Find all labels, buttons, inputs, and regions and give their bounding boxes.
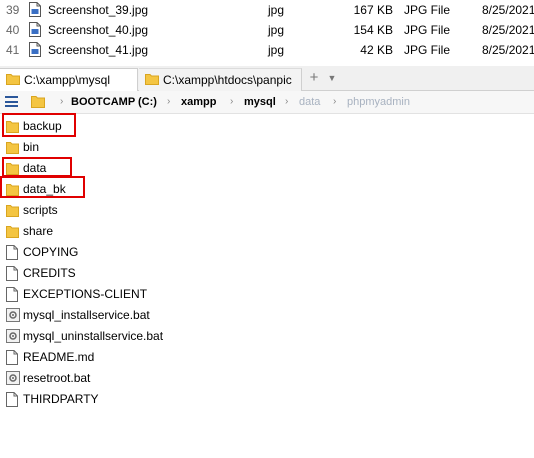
file-date: 8/25/2021 bbox=[482, 43, 534, 57]
row-number: 41 bbox=[6, 43, 20, 57]
file-name: Screenshot_41.jpg bbox=[48, 43, 149, 57]
list-item[interactable]: scripts bbox=[0, 200, 534, 220]
folder-icon bbox=[145, 74, 159, 85]
list-item[interactable]: README.md bbox=[0, 347, 534, 367]
batch-file-icon bbox=[6, 329, 20, 343]
item-label: bin bbox=[23, 140, 40, 154]
breadcrumb-mysql[interactable]: mysql bbox=[244, 94, 276, 110]
highlight-box-backup bbox=[2, 113, 76, 137]
file-name: Screenshot_39.jpg bbox=[48, 3, 149, 17]
file-icon bbox=[6, 266, 18, 281]
list-item[interactable]: backup bbox=[0, 116, 534, 136]
list-item[interactable]: EXCEPTIONS-CLIENT bbox=[0, 284, 534, 304]
list-item[interactable]: THIRDPARTY bbox=[0, 389, 534, 409]
item-label: CREDITS bbox=[23, 266, 76, 280]
breadcrumb-xampp[interactable]: xampp bbox=[181, 94, 216, 110]
item-label: resetroot.bat bbox=[23, 371, 91, 385]
tab-panpic[interactable]: C:\xampp\htdocs\panpic bbox=[139, 68, 302, 91]
file-date: 8/25/2021 bbox=[482, 23, 534, 37]
list-item[interactable]: bin bbox=[0, 137, 534, 157]
file-list: 39 Screenshot_39.jpg jpg 167 KB JPG File… bbox=[0, 0, 534, 62]
item-label: README.md bbox=[23, 350, 95, 364]
batch-file-icon bbox=[6, 371, 20, 385]
item-label: share bbox=[23, 224, 54, 238]
file-size: 167 KB bbox=[353, 3, 393, 17]
file-type: JPG File bbox=[404, 43, 451, 57]
jpg-file-icon bbox=[29, 22, 41, 37]
item-label: COPYING bbox=[23, 245, 79, 259]
list-item[interactable]: data bbox=[0, 158, 534, 178]
row-number: 39 bbox=[6, 3, 20, 17]
file-icon bbox=[6, 392, 18, 407]
file-date: 8/25/2021 bbox=[482, 3, 534, 17]
breadcrumb-separator: › bbox=[167, 96, 171, 107]
jpg-file-icon bbox=[29, 42, 41, 57]
item-label: mysql_installservice.bat bbox=[23, 308, 150, 322]
item-label: mysql_uninstallservice.bat bbox=[23, 329, 164, 343]
tab-label: C:\xampp\mysql bbox=[24, 73, 111, 87]
tab-bar: C:\xampp\mysql C:\xampp\htdocs\panpic bbox=[0, 66, 534, 91]
file-ext: jpg bbox=[268, 23, 285, 37]
item-label: scripts bbox=[23, 203, 58, 217]
new-tab-button[interactable]: + bbox=[308, 68, 320, 88]
breadcrumb-phpmyadmin[interactable]: phpmyadmin bbox=[347, 94, 410, 110]
file-icon bbox=[6, 287, 18, 302]
breadcrumb-separator: › bbox=[285, 96, 289, 107]
breadcrumb-separator: › bbox=[60, 96, 64, 107]
file-name: Screenshot_40.jpg bbox=[48, 23, 149, 37]
item-label: EXCEPTIONS-CLIENT bbox=[23, 287, 148, 301]
tab-label: C:\xampp\htdocs\panpic bbox=[163, 73, 292, 87]
file-row[interactable]: 40 Screenshot_40.jpg jpg 154 KB JPG File… bbox=[0, 20, 534, 40]
file-icon bbox=[6, 350, 18, 365]
list-item[interactable]: share bbox=[0, 221, 534, 241]
folder-icon bbox=[6, 226, 19, 238]
file-type: JPG File bbox=[404, 3, 451, 17]
batch-file-icon bbox=[6, 308, 20, 322]
breadcrumb-data[interactable]: data bbox=[299, 94, 320, 110]
breadcrumb-separator: › bbox=[333, 96, 337, 107]
folder-icon bbox=[6, 74, 20, 85]
list-item[interactable]: CREDITS bbox=[0, 263, 534, 283]
list-item[interactable]: COPYING bbox=[0, 242, 534, 262]
folder-icon bbox=[31, 96, 45, 108]
file-size: 42 KB bbox=[360, 43, 393, 57]
jpg-file-icon bbox=[29, 2, 41, 17]
breadcrumb-separator: › bbox=[230, 96, 234, 107]
list-item[interactable]: mysql_uninstallservice.bat bbox=[0, 326, 534, 346]
file-row[interactable]: 41 Screenshot_41.jpg jpg 42 KB JPG File … bbox=[0, 40, 534, 60]
list-item[interactable]: resetroot.bat bbox=[0, 368, 534, 388]
highlight-box-data bbox=[2, 157, 72, 177]
item-label: THIRDPARTY bbox=[23, 392, 99, 406]
file-row[interactable]: 39 Screenshot_39.jpg jpg 167 KB JPG File… bbox=[0, 0, 534, 20]
tab-menu-dropdown[interactable]: ▼ bbox=[326, 68, 338, 88]
list-item[interactable]: mysql_installservice.bat bbox=[0, 305, 534, 325]
file-size: 154 KB bbox=[353, 23, 393, 37]
file-type: JPG File bbox=[404, 23, 451, 37]
file-icon bbox=[6, 245, 18, 260]
row-number: 40 bbox=[6, 23, 20, 37]
file-ext: jpg bbox=[268, 3, 285, 17]
menu-icon[interactable] bbox=[5, 96, 18, 107]
folder-icon bbox=[6, 142, 19, 154]
breadcrumb-drive[interactable]: BOOTCAMP (C:) bbox=[71, 94, 157, 110]
folder-icon bbox=[6, 205, 19, 217]
file-ext: jpg bbox=[268, 43, 285, 57]
breadcrumb: › BOOTCAMP (C:) › xampp › mysql › data ›… bbox=[0, 91, 534, 114]
highlight-box-data-bk bbox=[0, 176, 85, 198]
tab-mysql[interactable]: C:\xampp\mysql bbox=[0, 68, 138, 91]
